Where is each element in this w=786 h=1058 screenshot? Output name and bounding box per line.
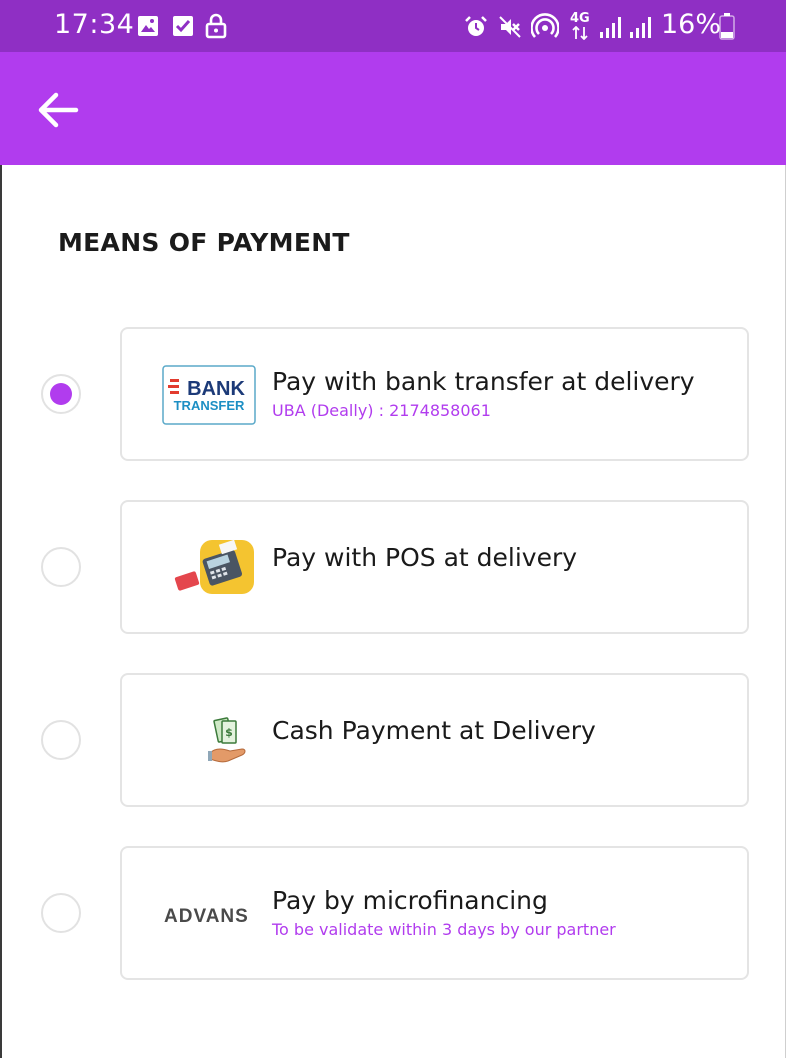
option-label: Pay by microfinancing <box>272 886 548 915</box>
arrow-left-icon[interactable] <box>36 90 80 130</box>
payment-option-microfinancing: ADVANS Pay by microfinancing To be valid… <box>0 846 786 980</box>
status-time: 17:34 <box>54 9 135 40</box>
transfer-logo-text: TRANSFER <box>174 398 245 413</box>
lock-icon <box>205 13 227 39</box>
bank-transfer-logo: BANK TRANSFER <box>162 365 256 425</box>
image-icon <box>138 16 158 36</box>
app-bar <box>0 52 786 165</box>
signal-icon-2 <box>630 17 651 38</box>
network-type-label: 4G <box>570 11 590 26</box>
pos-terminal-icon <box>174 539 254 594</box>
battery-percent: 16% <box>661 9 722 40</box>
bank-logo-text: BANK <box>187 378 245 400</box>
option-label: Pay with bank transfer at delivery <box>272 367 695 396</box>
option-subtitle: UBA (Deally) : 2174858061 <box>272 401 491 420</box>
advans-logo: ADVANS <box>164 906 249 927</box>
payment-option-bank-transfer: BANK TRANSFER Pay with bank transfer at … <box>0 327 786 461</box>
signal-icon <box>600 17 621 38</box>
cash-hand-icon: $ <box>208 717 246 763</box>
payment-option-pos: Pay with POS at delivery <box>0 500 786 634</box>
option-label: Cash Payment at Delivery <box>272 716 596 745</box>
card-bank-transfer[interactable]: BANK TRANSFER Pay with bank transfer at … <box>120 327 749 461</box>
mute-icon <box>499 16 521 38</box>
radio-microfinancing[interactable] <box>41 893 81 933</box>
hotspot-icon <box>531 13 559 38</box>
advans-logo-text: ADVANS <box>164 906 249 927</box>
card-cash[interactable]: $ Cash Payment at Delivery <box>120 673 749 807</box>
payment-option-cash: $ Cash Payment at Delivery <box>0 673 786 807</box>
check-box-icon <box>173 16 193 36</box>
card-microfinancing[interactable]: ADVANS Pay by microfinancing To be valid… <box>120 846 749 980</box>
data-arrows-icon <box>572 26 588 40</box>
alarm-icon <box>465 16 487 36</box>
option-subtitle: To be validate within 3 days by our part… <box>272 920 616 939</box>
option-label: Pay with POS at delivery <box>272 543 578 572</box>
status-bar: 17:34 4G 16% <box>0 0 786 52</box>
section-title: MEANS OF PAYMENT <box>58 228 350 257</box>
card-pos[interactable]: Pay with POS at delivery <box>120 500 749 634</box>
svg-text:$: $ <box>225 726 233 739</box>
radio-selected-dot <box>50 383 72 405</box>
battery-icon <box>719 13 735 40</box>
radio-pos[interactable] <box>41 547 81 587</box>
radio-bank-transfer[interactable] <box>41 374 81 414</box>
radio-cash[interactable] <box>41 720 81 760</box>
